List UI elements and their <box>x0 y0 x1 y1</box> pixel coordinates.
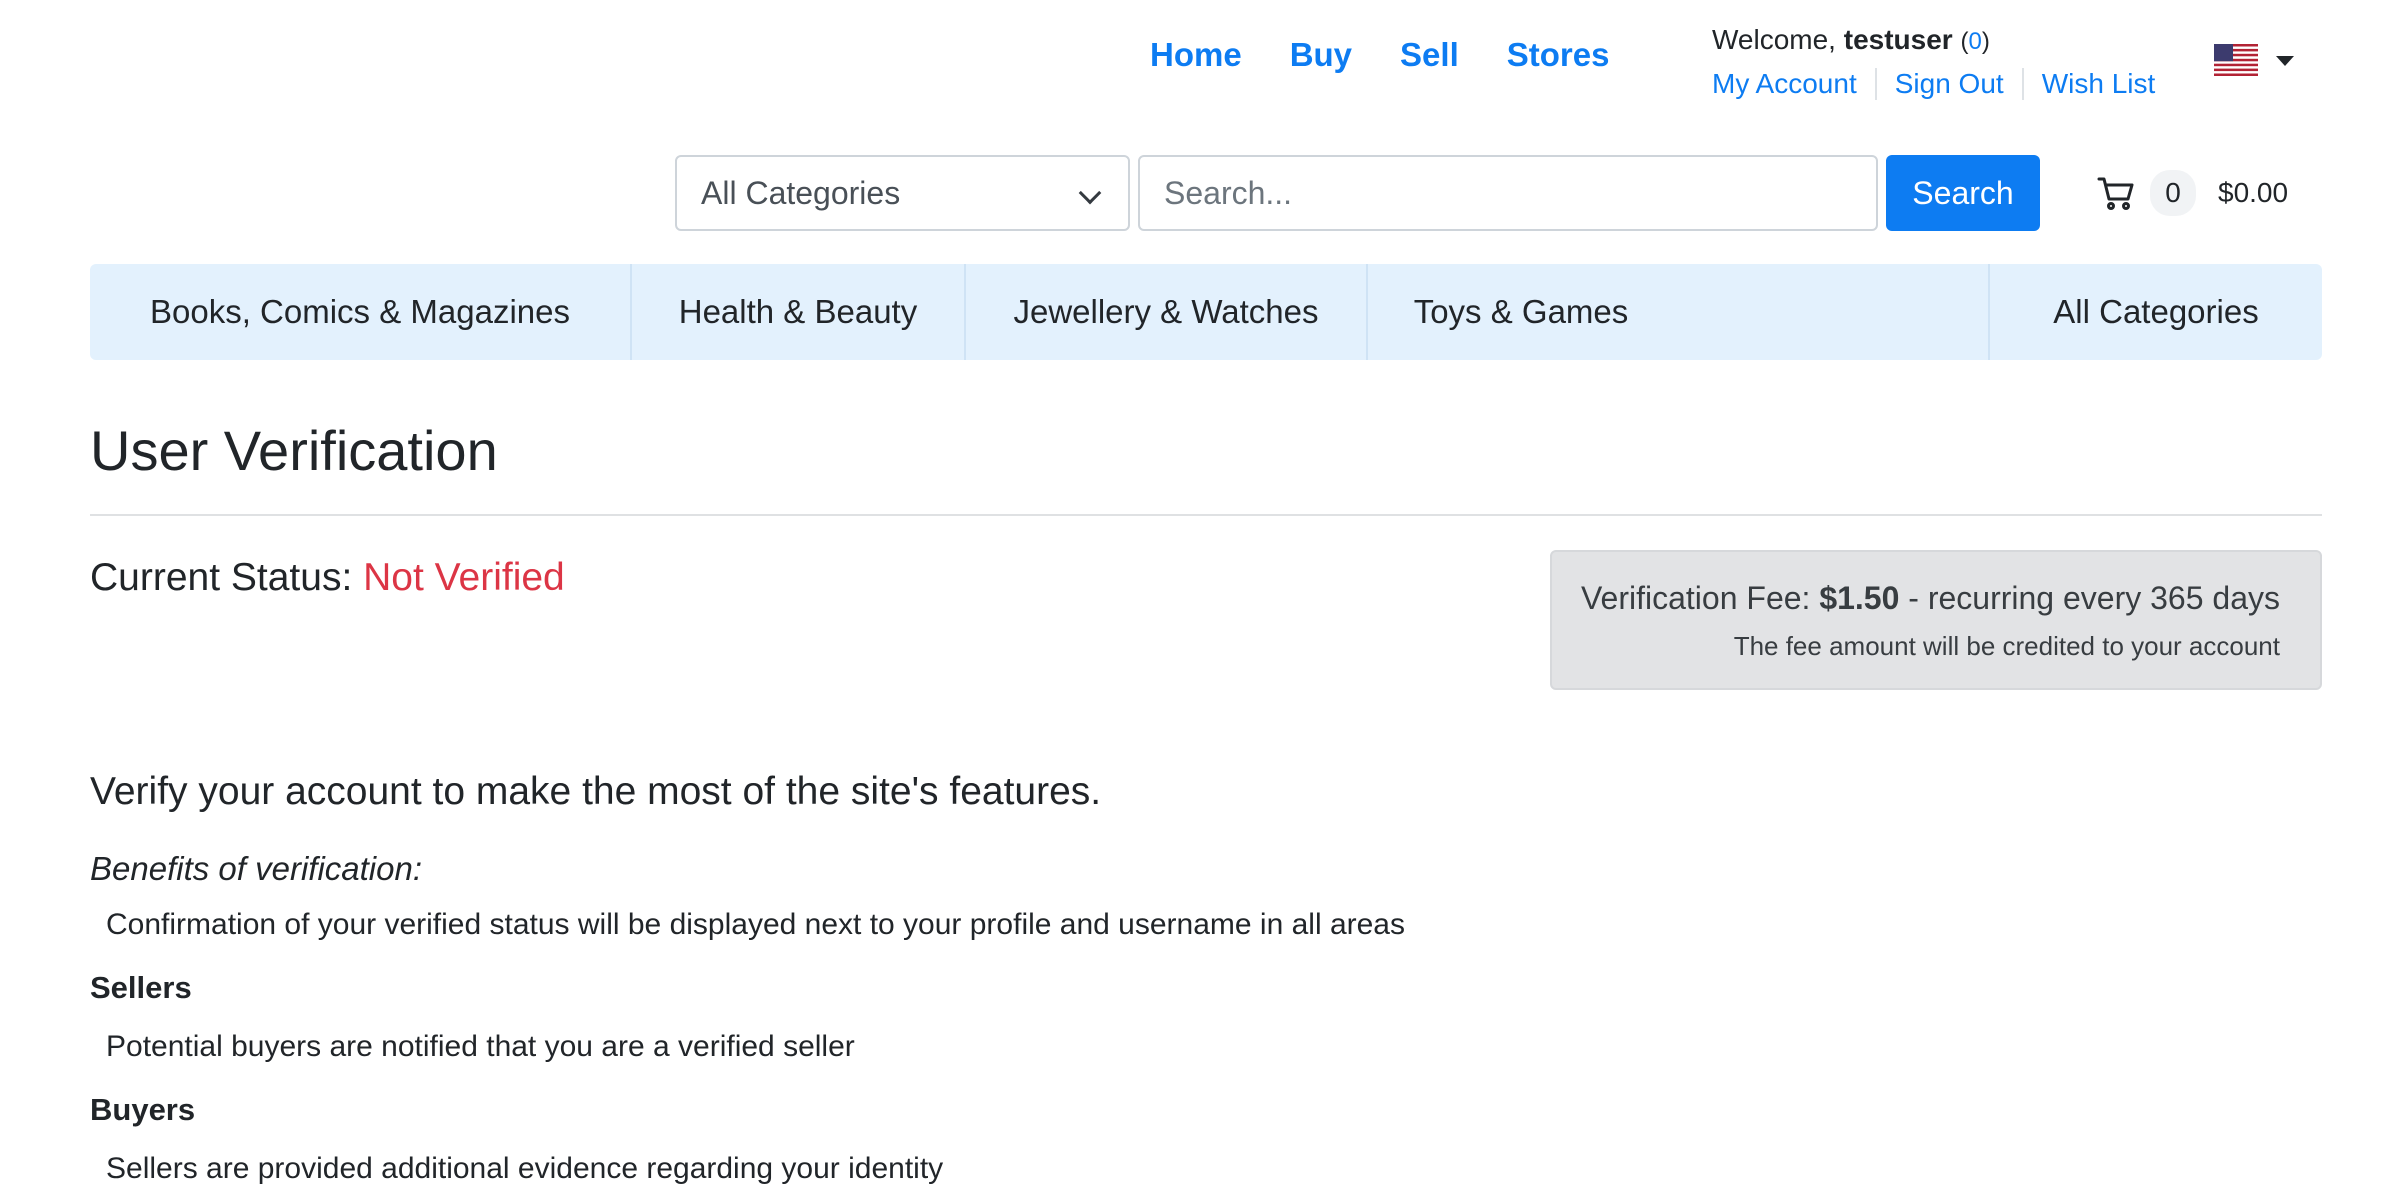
cart-icon <box>2097 177 2134 210</box>
sellers-heading: Sellers <box>90 970 192 1005</box>
divider <box>90 514 2322 516</box>
category-select[interactable]: All Categories <box>675 155 1130 231</box>
category-select-value: All Categories <box>701 174 901 211</box>
chevron-down-icon <box>1078 181 1102 205</box>
buyers-heading: Buyers <box>90 1092 196 1127</box>
user-box: Welcome, testuser (0) My Account Sign Ou… <box>1712 24 2173 100</box>
welcome-prefix: Welcome, <box>1712 24 1836 55</box>
category-toys-games[interactable]: Toys & Games <box>1368 264 1674 360</box>
wish-list-link[interactable]: Wish List <box>2021 68 2174 100</box>
verification-fee-box: Verification Fee: $1.50 - recurring ever… <box>1550 550 2322 690</box>
language-dropdown-caret-icon[interactable] <box>2276 56 2294 66</box>
nav-home-link[interactable]: Home <box>1150 36 1242 74</box>
nav-stores-link[interactable]: Stores <box>1507 36 1610 74</box>
sellers-benefit: Potential buyers are notified that you a… <box>106 1030 855 1063</box>
status-value: Not Verified <box>363 556 565 599</box>
username: testuser <box>1843 24 1953 55</box>
nav-buy-link[interactable]: Buy <box>1290 36 1352 74</box>
search-button[interactable]: Search <box>1886 155 2040 231</box>
main-nav: Home Buy Sell Stores <box>1150 36 1657 74</box>
category-bar: Books, Comics & Magazines Health & Beaut… <box>90 264 2322 360</box>
nav-sell-link[interactable]: Sell <box>1400 36 1459 74</box>
benefits-heading: Benefits of verification: <box>90 850 422 887</box>
status-label: Current Status: <box>90 556 353 599</box>
cart-count: 0 <box>2150 170 2196 216</box>
message-count-link[interactable]: 0 <box>1968 28 1981 55</box>
cart-total: $0.00 <box>2218 177 2289 208</box>
sign-out-link[interactable]: Sign Out <box>1874 68 2022 100</box>
fee-note: The fee amount will be credited to your … <box>1733 631 2280 661</box>
category-health-beauty[interactable]: Health & Beauty <box>632 264 966 360</box>
cart-widget[interactable]: 0 $0.00 <box>2096 170 2288 216</box>
benefit-general: Confirmation of your verified status wil… <box>106 908 1405 941</box>
fee-recurring: - recurring every 365 days <box>1908 580 2280 616</box>
page-title: User Verification <box>90 419 498 482</box>
category-books-comics-magazines[interactable]: Books, Comics & Magazines <box>90 264 632 360</box>
verification-lead: Verify your account to make the most of … <box>90 770 1102 813</box>
category-jewellery-watches[interactable]: Jewellery & Watches <box>966 264 1368 360</box>
user-links: My Account Sign Out Wish List <box>1712 68 2173 100</box>
welcome-line: Welcome, testuser (0) <box>1712 24 1990 55</box>
my-account-link[interactable]: My Account <box>1712 68 1875 100</box>
search-input[interactable] <box>1138 155 1878 231</box>
current-status: Current Status: Not Verified <box>90 556 565 600</box>
buyers-benefit: Sellers are provided additional evidence… <box>106 1152 944 1185</box>
fee-label: Verification Fee: <box>1580 580 1811 616</box>
fee-amount: $1.50 <box>1819 580 1900 616</box>
us-flag-icon[interactable] <box>2214 44 2258 76</box>
category-all-categories[interactable]: All Categories <box>1990 264 2322 360</box>
